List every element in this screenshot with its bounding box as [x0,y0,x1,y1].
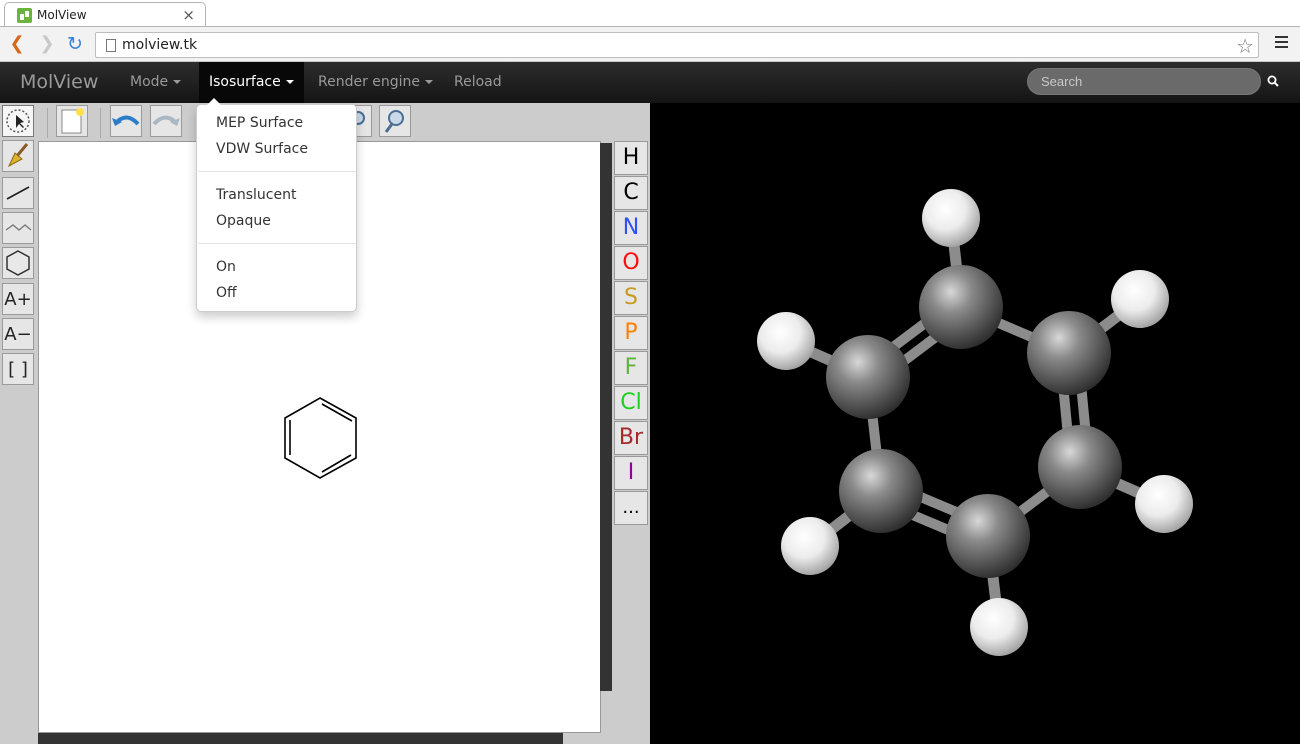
element-button-s[interactable]: S [614,281,648,315]
element-label: O [622,250,640,275]
isosurface-off-item[interactable]: Off [197,280,356,306]
vdw-surface-item[interactable]: VDW Surface [197,136,356,162]
element-label: Br [618,425,644,450]
brackets-tool-button[interactable]: [ ] [2,353,34,385]
element-label: H [622,145,640,170]
browser-tab[interactable]: MolView × [4,2,206,27]
charge-plus-label: A+ [4,288,32,310]
element-button-f[interactable]: F [614,351,648,385]
brackets-label: [ ] [8,358,28,380]
opaque-item[interactable]: Opaque [197,208,356,234]
element-button-p[interactable]: P [614,316,648,350]
isosurface-on-item[interactable]: On [197,254,356,280]
redo-button[interactable] [150,105,182,137]
address-bar[interactable]: molview.tk ☆ [95,32,1259,58]
translucent-item[interactable]: Translucent [197,182,356,208]
element-label: I [627,460,635,485]
render-engine-menu-label: Render engine [318,74,421,90]
charge-minus-label: A− [4,323,32,345]
element-button-c[interactable]: C [614,176,648,210]
isosurface-dropdown: MEP Surface VDW Surface Translucent Opaq… [196,98,357,312]
element-button-h[interactable]: H [614,141,648,175]
element-label: N [622,215,640,240]
element-label: Cl [620,390,642,415]
reload-icon[interactable]: ↻ [64,33,86,55]
browser-toolbar: ❮ ❯ ↻ molview.tk ☆ [0,26,1300,62]
charge-plus-button[interactable]: A+ [2,283,34,315]
browser-menu-icon[interactable] [1275,36,1288,48]
toolbar-divider [47,108,48,138]
chain-tool-button[interactable] [2,212,34,244]
undo-button[interactable] [110,105,142,137]
back-button[interactable]: ❮ [6,33,28,55]
caret-down-icon [173,80,182,84]
tab-title: MolView [37,8,87,22]
element-label: ... [622,497,640,518]
reload-menu-item[interactable]: Reload [444,62,512,103]
vertical-scrollbar[interactable] [600,143,612,691]
search-icon[interactable] [1267,75,1279,87]
isosurface-menu-label: Isosurface [209,74,281,90]
clear-canvas-button[interactable] [56,105,88,137]
reload-label: Reload [454,74,502,90]
brand-logo[interactable]: MolView [20,71,98,93]
mode-menu-label: Mode [130,74,169,90]
element-button-o[interactable]: O [614,246,648,280]
eraser-tool-button[interactable] [2,140,34,172]
dropdown-divider [198,171,356,172]
charge-minus-button[interactable]: A− [2,318,34,350]
toolbar-divider [100,108,101,138]
page-icon [106,39,116,52]
benzene-3d-model[interactable] [650,103,1300,744]
bookmark-star-icon[interactable]: ☆ [1236,34,1254,58]
dropdown-divider [198,243,356,244]
mep-surface-item[interactable]: MEP Surface [197,110,356,136]
periodic-table-button[interactable]: ... [614,491,648,525]
element-label: S [624,285,638,310]
molview-favicon-icon [17,8,32,23]
element-button-i[interactable]: I [614,456,648,490]
mode-menu[interactable]: Mode [120,62,191,103]
browser-tab-bar: MolView × [0,0,1300,27]
select-tool-button[interactable] [2,105,34,137]
zoom-button[interactable] [379,105,411,137]
element-label: F [624,355,638,380]
caret-down-icon [285,80,294,84]
3d-viewer[interactable] [650,103,1300,744]
element-label: C [623,180,639,205]
render-engine-menu[interactable]: Render engine [308,62,443,103]
element-button-br[interactable]: Br [614,421,648,455]
caret-down-icon [425,80,434,84]
element-label: P [624,320,638,345]
element-button-cl[interactable]: Cl [614,386,648,420]
url-text[interactable]: molview.tk [122,37,197,53]
isosurface-menu[interactable]: Isosurface [199,62,304,103]
horizontal-scrollbar[interactable] [38,733,563,744]
tab-close-icon[interactable]: × [182,6,195,24]
element-button-n[interactable]: N [614,211,648,245]
single-bond-tool-button[interactable] [2,177,34,209]
forward-button[interactable]: ❯ [36,33,58,55]
benzene-tool-button[interactable] [2,247,34,279]
search-input[interactable] [1027,68,1261,95]
